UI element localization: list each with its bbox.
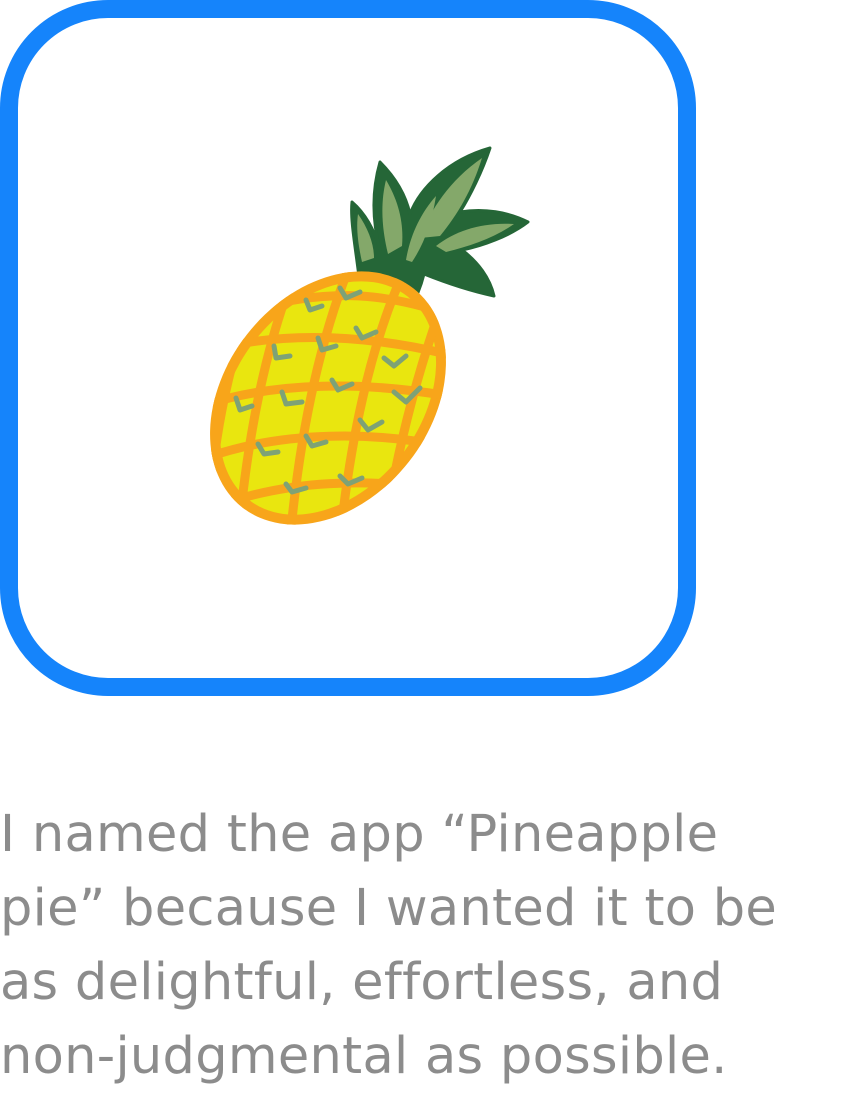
caption-line: I named the app “Pineapple [0,805,719,864]
pineapple-icon [175,146,530,545]
caption-line: as delightful, effortless, and [0,953,724,1012]
caption-line: non-judgmental as possible. [0,1027,728,1086]
app-name-caption: I named the app “Pineapple pie” because … [0,798,864,1094]
caption-line: pie” because I wanted it to be [0,879,778,938]
